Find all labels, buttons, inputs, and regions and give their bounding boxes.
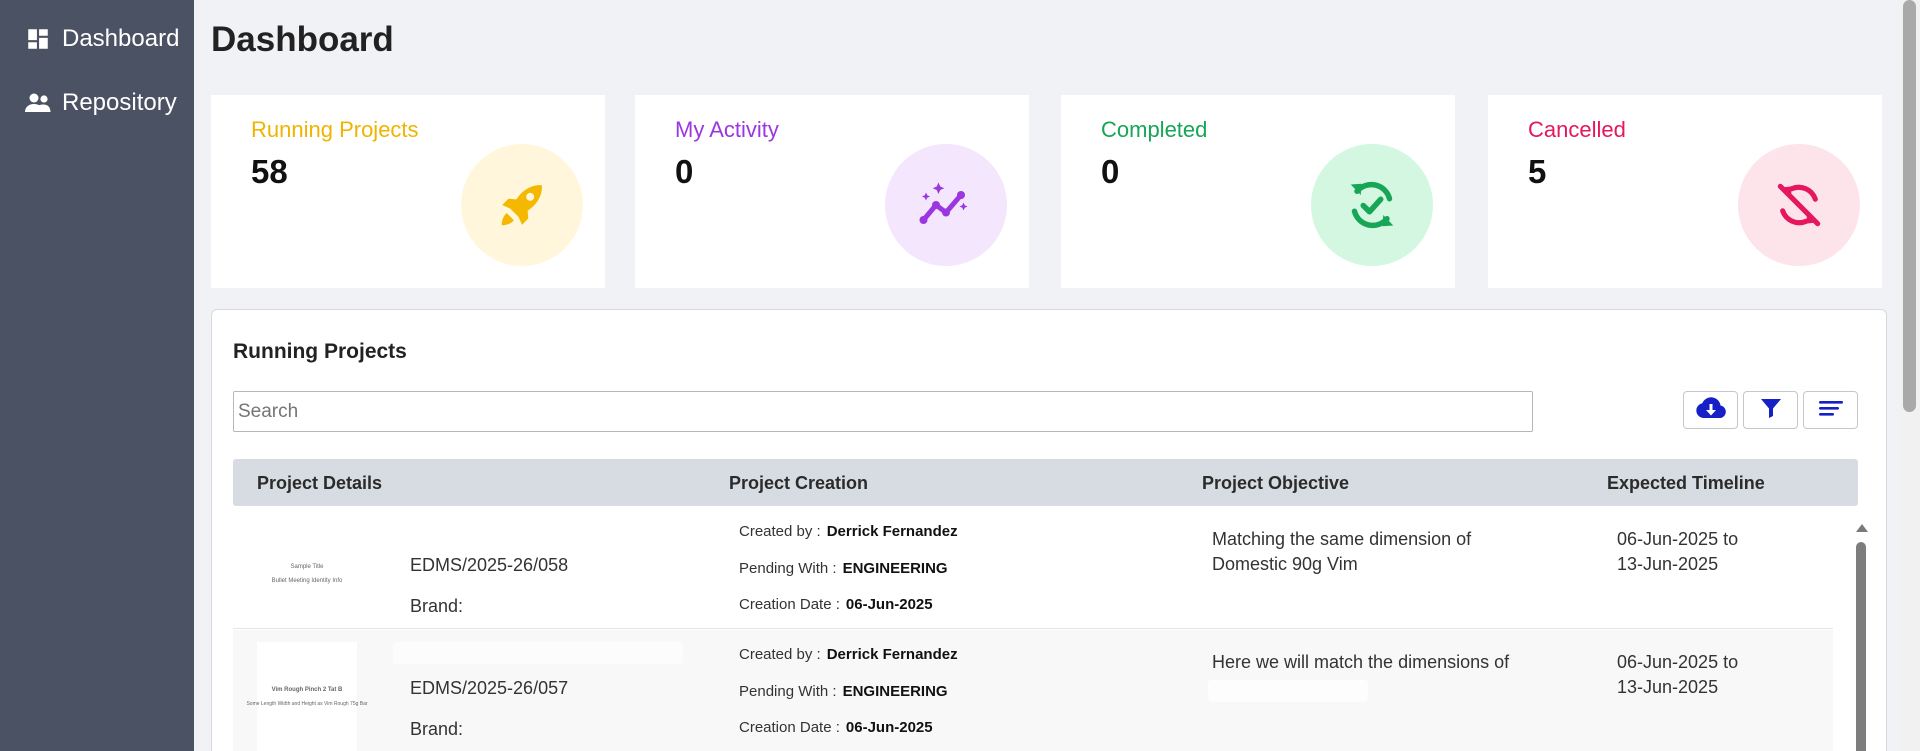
thumbnail-text: Some Length Width and Height as Vim Roug… <box>246 701 368 707</box>
stat-card-label: My Activity <box>675 117 779 142</box>
table-header: Project Details Project Creation Project… <box>233 459 1858 506</box>
dashboard-icon <box>24 25 52 53</box>
project-objective: Here we will match the dimensions of <box>1212 652 1510 672</box>
stat-card-my-activity[interactable]: My Activity 0 <box>635 95 1029 288</box>
stat-card-value: 0 <box>1101 153 1120 190</box>
expected-timeline: 06-Jun-2025 to 13-Jun-2025 <box>1617 529 1739 574</box>
pending-with: Pending With : ENGINEERING <box>739 683 948 700</box>
rocket-icon <box>461 144 583 266</box>
sort-lines-icon <box>1818 398 1844 423</box>
column-header-project-objective[interactable]: Project Objective <box>1202 473 1349 494</box>
panel-title: Running Projects <box>233 340 407 363</box>
expected-timeline: 06-Jun-2025 to 13-Jun-2025 <box>1617 652 1739 697</box>
thumbnail-text: Bullet Meeting Identity Info <box>271 578 343 584</box>
created-by: Created by : Derrick Fernandez <box>739 523 958 540</box>
project-thumbnail: Vim Rough Pinch 2 Tat B Some Length Widt… <box>246 642 368 751</box>
column-header-project-creation[interactable]: Project Creation <box>729 473 868 494</box>
filter-icon <box>1759 396 1783 425</box>
sidebar-item-repository[interactable]: Repository <box>0 71 194 135</box>
stat-card-label: Running Projects <box>251 117 419 142</box>
pending-with: Pending With : ENGINEERING <box>739 560 948 577</box>
page-title: Dashboard <box>211 20 394 59</box>
thumbnail-text: Vim Rough Pinch 2 Tat B <box>271 687 343 693</box>
project-objective: Matching the same dimension of Domestic … <box>1212 529 1472 574</box>
stat-card-value: 58 <box>251 153 288 190</box>
project-id[interactable]: EDMS/2025-26/057 <box>410 678 568 699</box>
main-content: Dashboard Running Projects 58 My Activit… <box>194 0 1900 751</box>
sort-button[interactable] <box>1803 391 1858 429</box>
people-icon <box>24 89 52 117</box>
page-scrollbar[interactable] <box>1900 0 1920 751</box>
thumbnail-text: Sample Title <box>290 564 324 570</box>
redacted-area <box>1208 680 1368 702</box>
created-by: Created by : Derrick Fernandez <box>739 646 958 663</box>
page-scrollbar-thumb[interactable] <box>1903 0 1916 412</box>
redacted-area <box>393 642 683 664</box>
stat-card-running-projects[interactable]: Running Projects 58 <box>211 95 605 288</box>
column-header-expected-timeline[interactable]: Expected Timeline <box>1607 473 1765 494</box>
stat-card-value: 0 <box>675 153 694 190</box>
table-row[interactable]: Sample Title Bullet Meeting Identity Inf… <box>233 507 1833 629</box>
sidebar: Dashboard Repository <box>0 0 194 751</box>
cloud-download-icon <box>1695 395 1727 426</box>
stat-card-label: Cancelled <box>1528 117 1626 142</box>
brand-label: Brand: <box>410 719 464 739</box>
running-projects-panel: Running Projects Project Details Project… <box>211 309 1887 751</box>
stat-card-cancelled[interactable]: Cancelled 5 <box>1488 95 1882 288</box>
stat-card-completed[interactable]: Completed 0 <box>1061 95 1455 288</box>
brand-label: Brand: <box>410 596 464 616</box>
filter-button[interactable] <box>1743 391 1798 429</box>
creation-date: Creation Date :06-Jun-2025 <box>739 719 933 736</box>
project-id[interactable]: EDMS/2025-26/058 <box>410 555 568 576</box>
project-thumbnail: Sample Title Bullet Meeting Identity Inf… <box>257 519 357 629</box>
sync-check-icon <box>1311 144 1433 266</box>
trend-sparkle-icon <box>885 144 1007 266</box>
stat-card-value: 5 <box>1528 153 1547 190</box>
sidebar-item-dashboard[interactable]: Dashboard <box>0 7 194 71</box>
sync-off-icon <box>1738 144 1860 266</box>
sidebar-item-label: Dashboard <box>62 25 180 52</box>
table-scrollbar-thumb[interactable] <box>1856 542 1866 751</box>
table-row[interactable]: Vim Rough Pinch 2 Tat B Some Length Widt… <box>233 630 1833 751</box>
scroll-up-arrow-icon[interactable] <box>1856 524 1868 532</box>
download-button[interactable] <box>1683 391 1738 429</box>
table-scrollbar[interactable] <box>1855 524 1868 751</box>
sidebar-item-label: Repository <box>62 89 177 116</box>
column-header-project-details[interactable]: Project Details <box>257 473 382 494</box>
search-input[interactable] <box>233 391 1533 432</box>
stat-card-label: Completed <box>1101 117 1208 142</box>
creation-date: Creation Date :06-Jun-2025 <box>739 596 933 613</box>
